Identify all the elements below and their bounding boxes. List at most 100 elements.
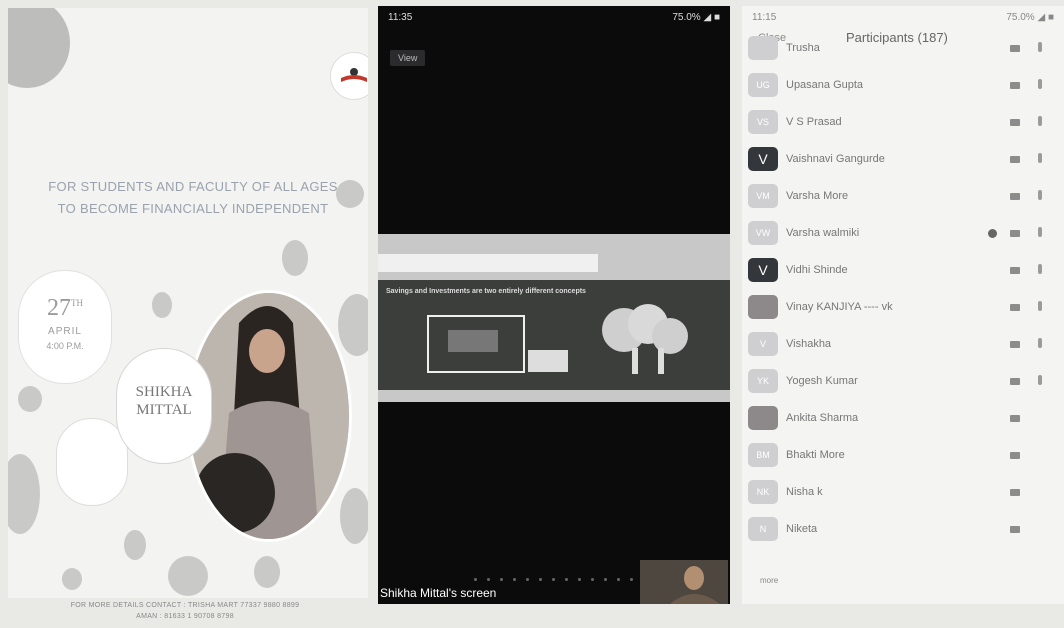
- participant-row[interactable]: VS V S Prasad: [742, 104, 1064, 141]
- participant-row[interactable]: YK Yogesh Kumar: [742, 363, 1064, 400]
- camera-icon: [1010, 230, 1020, 237]
- book-logo-icon: [330, 52, 368, 100]
- participant-name: Vishakha: [786, 338, 832, 350]
- participant-row[interactable]: N Niketa: [742, 511, 1064, 548]
- participant-name: Upasana Gupta: [786, 79, 864, 91]
- participant-name: Niketa: [786, 523, 818, 535]
- avatar: YK: [748, 369, 778, 393]
- slide-heading: Savings and Investments are two entirely…: [386, 288, 586, 295]
- speaker-first-name: SHIKHA: [135, 384, 193, 400]
- decorative-dot: [62, 568, 82, 590]
- participant-row[interactable]: Vinay KANJIYA ---- vk: [742, 289, 1064, 326]
- camera-icon: [1010, 452, 1020, 459]
- participant-row[interactable]: UG Upasana Gupta: [742, 67, 1064, 104]
- date-time: 4:00 P.M.: [46, 341, 84, 351]
- decorative-dot: [124, 530, 146, 560]
- status-indicators: 75.0% ◢ ■: [1006, 11, 1054, 23]
- decorative-dot: [18, 386, 42, 412]
- tagline-line1: FOR STUDENTS AND FACULTY OF ALL AGES: [48, 179, 338, 194]
- participants-panel: 11:15 75.0% ◢ ■ Close Participants (187)…: [742, 6, 1064, 604]
- date-month: APRIL: [48, 326, 82, 337]
- tagline-line2: TO BECOME FINANCIALLY INDEPENDENT: [57, 201, 329, 216]
- participant-name: Nisha k: [786, 486, 823, 498]
- footer-line1: FOR MORE DETAILS CONTACT : TRISHA MART 7…: [70, 602, 300, 609]
- participant-row[interactable]: V Vidhi Shinde: [742, 252, 1064, 289]
- speaker-name-badge: SHIKHA MITTAL: [116, 348, 212, 464]
- slide-title-bar: [378, 254, 598, 272]
- status-time: 11:15: [752, 11, 777, 23]
- avatar: V: [748, 147, 778, 171]
- participant-name: Trusha: [786, 42, 820, 54]
- status-bar: 11:15 75.0% ◢ ■: [742, 6, 1064, 28]
- camera-icon: [1010, 378, 1020, 385]
- camera-icon: [1010, 415, 1020, 422]
- participant-row[interactable]: NK Nisha k: [742, 474, 1064, 511]
- participant-name: Varsha walmiki: [786, 227, 860, 239]
- hand-raise-icon: [988, 229, 997, 238]
- decorative-dot: [340, 488, 368, 544]
- screen-share-label: Shikha Mittal's screen: [380, 586, 497, 600]
- camera-icon: [1010, 119, 1020, 126]
- avatar: BM: [748, 443, 778, 467]
- avatar: VM: [748, 184, 778, 208]
- mic-icon: [1038, 375, 1042, 385]
- mic-icon: [1038, 42, 1042, 52]
- camera-icon: [1010, 156, 1020, 163]
- camera-icon: [1010, 341, 1020, 348]
- participant-name: Vidhi Shinde: [786, 264, 848, 276]
- event-date: 27TH APRIL 4:00 P.M.: [18, 270, 112, 384]
- footer-line2: AMAN : 81633 1 90708 8798: [136, 613, 234, 620]
- participant-row[interactable]: BM Bhakti More: [742, 437, 1064, 474]
- camera-icon: [1010, 304, 1020, 311]
- view-button[interactable]: View: [390, 50, 426, 66]
- mic-icon: [1038, 338, 1042, 348]
- camera-icon: [1010, 267, 1020, 274]
- camera-icon: [1010, 526, 1020, 533]
- avatar: NK: [748, 480, 778, 504]
- status-indicators: 75.0% ◢ ■: [672, 11, 720, 23]
- participant-name: Ankita Sharma: [786, 412, 859, 424]
- decorative-dot: [338, 294, 368, 356]
- decorative-dot: [282, 240, 308, 276]
- avatar: [748, 295, 778, 319]
- date-suffix: TH: [71, 298, 83, 308]
- participant-row[interactable]: VW Varsha walmiki: [742, 215, 1064, 252]
- mic-icon: [1038, 301, 1042, 311]
- camera-icon: [1010, 489, 1020, 496]
- more-link[interactable]: more: [760, 576, 778, 585]
- decorative-dot: [8, 8, 70, 88]
- participant-name: V S Prasad: [786, 116, 842, 128]
- decorative-dot: [8, 454, 40, 534]
- mic-icon: [1038, 227, 1042, 237]
- page-indicator[interactable]: [474, 578, 633, 581]
- camera-icon: [1010, 82, 1020, 89]
- meeting-screen: 11:35 75.0% ◢ ■ View Savings and Investm…: [378, 6, 730, 604]
- avatar: VS: [748, 110, 778, 134]
- camera-icon: [1010, 45, 1020, 52]
- participant-row[interactable]: V Vaishnavi Gangurde: [742, 141, 1064, 178]
- participant-row[interactable]: V Vishakha: [742, 326, 1064, 363]
- avatar: UG: [748, 73, 778, 97]
- participant-name: Varsha More: [786, 190, 849, 202]
- participant-row[interactable]: Trusha: [742, 30, 1064, 67]
- speaker-last-name: MITTAL: [136, 402, 192, 418]
- participant-row[interactable]: Ankita Sharma: [742, 400, 1064, 437]
- avatar: VW: [748, 221, 778, 245]
- avatar: N: [748, 517, 778, 541]
- status-time: 11:35: [388, 11, 413, 23]
- avatar: [748, 406, 778, 430]
- shared-slide[interactable]: Savings and Investments are two entirely…: [378, 234, 730, 402]
- avatar: V: [748, 332, 778, 356]
- participants-list[interactable]: Trusha UG Upasana Gupta VS V S Prasad V …: [742, 36, 1064, 548]
- poster-tagline: FOR STUDENTS AND FACULTY OF ALL AGES TO …: [28, 176, 358, 220]
- participant-row[interactable]: VM Varsha More: [742, 178, 1064, 215]
- participant-name: Vaishnavi Gangurde: [786, 153, 885, 165]
- self-video-thumbnail[interactable]: [640, 560, 728, 604]
- decorative-dot: [254, 556, 280, 588]
- mic-icon: [1038, 264, 1042, 274]
- avatar: V: [748, 258, 778, 282]
- participant-name: Bhakti More: [786, 449, 845, 461]
- decorative-dot: [152, 292, 172, 318]
- slide-content: [378, 280, 730, 390]
- status-bar: 11:35 75.0% ◢ ■: [378, 6, 730, 28]
